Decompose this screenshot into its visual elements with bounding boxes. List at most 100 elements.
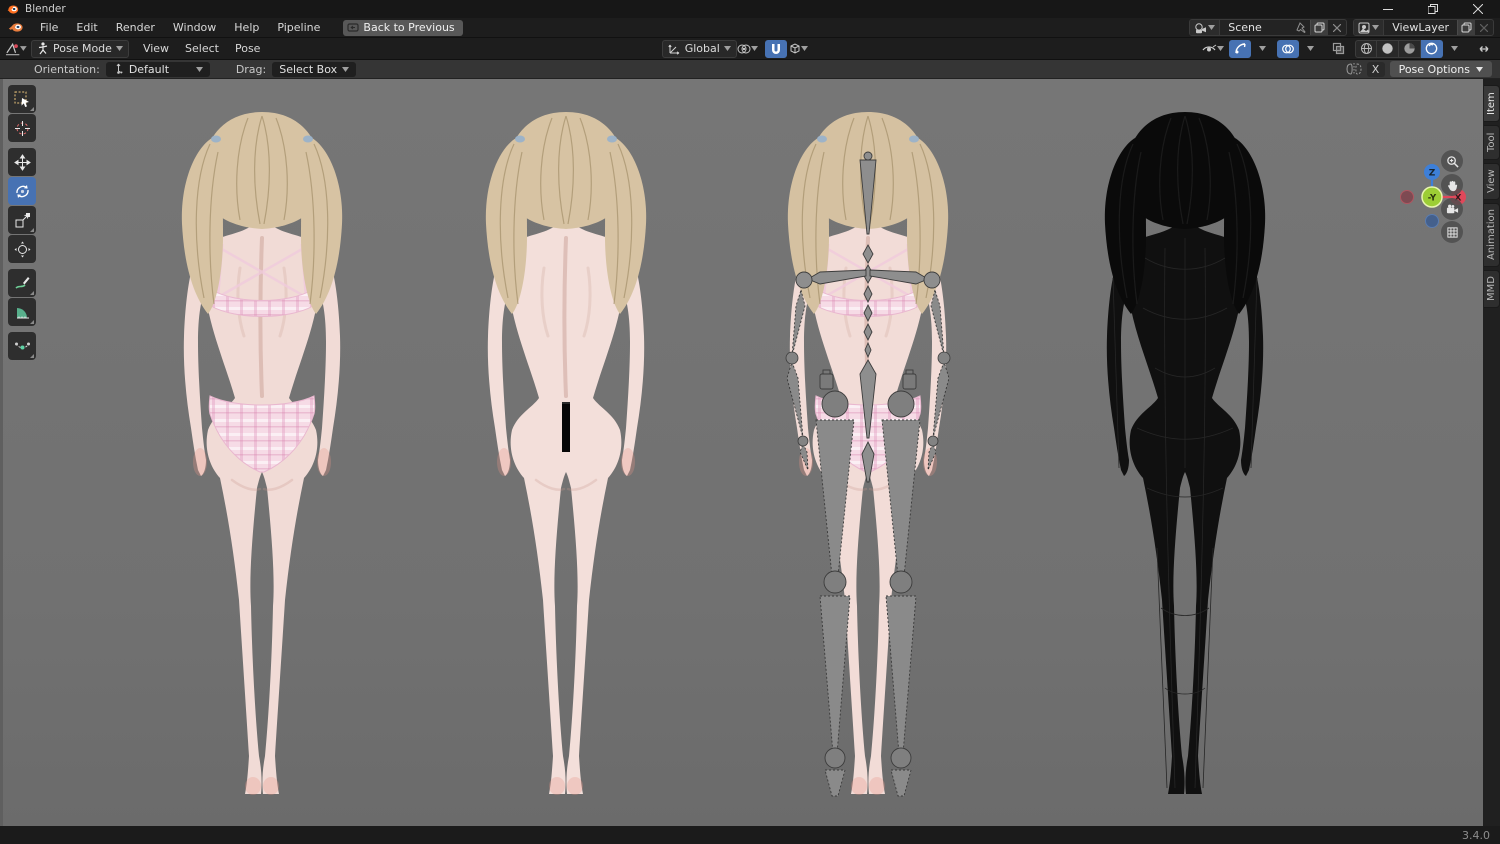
orthographic-toggle-button[interactable] bbox=[1441, 221, 1463, 243]
mode-selector[interactable]: Pose Mode bbox=[31, 39, 129, 58]
menu-pipeline[interactable]: Pipeline bbox=[268, 19, 329, 36]
shading-dropdown[interactable] bbox=[1443, 40, 1465, 58]
viewlayer-icon[interactable] bbox=[1354, 20, 1385, 35]
menu-edit[interactable]: Edit bbox=[67, 19, 106, 36]
gizmo-axis-neg-z[interactable] bbox=[1425, 214, 1439, 228]
mirror-icon bbox=[1346, 63, 1362, 75]
tool-scale[interactable] bbox=[8, 206, 36, 234]
blender-window: Blender File Edit Render Window Help Pip… bbox=[0, 0, 1500, 844]
model-wireframe[interactable] bbox=[1075, 108, 1295, 798]
top-menubar: File Edit Render Window Help Pipeline Ba… bbox=[0, 18, 1500, 38]
scene-name[interactable]: Scene bbox=[1220, 21, 1292, 34]
gizmo-axis-z[interactable]: Z bbox=[1424, 164, 1440, 180]
model-textured-nude[interactable] bbox=[456, 108, 676, 798]
minimize-button[interactable] bbox=[1365, 0, 1410, 18]
navigation-gizmo[interactable]: Z X -Y bbox=[1396, 161, 1472, 231]
menu-select[interactable]: Select bbox=[177, 40, 227, 57]
camera-view-button[interactable] bbox=[1441, 198, 1463, 220]
blender-menu-icon[interactable] bbox=[8, 22, 23, 33]
orientation-label: Orientation: bbox=[34, 62, 100, 76]
tool-transform[interactable] bbox=[8, 235, 36, 263]
pose-options-dropdown[interactable]: Pose Options bbox=[1389, 61, 1492, 77]
scene-icon[interactable] bbox=[1190, 20, 1221, 35]
menu-file[interactable]: File bbox=[31, 19, 67, 36]
model-with-armature[interactable] bbox=[758, 108, 978, 798]
region-divider bbox=[0, 79, 3, 826]
viewlayer-selector[interactable]: ViewLayer bbox=[1353, 19, 1494, 36]
viewlayer-name[interactable]: ViewLayer bbox=[1384, 21, 1457, 34]
svg-text:Z: Z bbox=[1429, 169, 1436, 179]
shading-mode-group bbox=[1355, 39, 1443, 58]
drag-dropdown[interactable]: Select Box bbox=[272, 61, 357, 77]
editor-type-button[interactable] bbox=[5, 40, 27, 58]
blender-logo-icon bbox=[7, 4, 19, 14]
xray-toggle-button[interactable] bbox=[1327, 40, 1349, 58]
orientation-axes-icon bbox=[668, 44, 679, 55]
snap-toggle-button[interactable] bbox=[764, 39, 787, 58]
pin-icon[interactable] bbox=[1292, 20, 1310, 35]
transform-orientation-dropdown[interactable]: Global bbox=[661, 39, 737, 58]
menu-window[interactable]: Window bbox=[164, 19, 225, 36]
shading-wireframe-button[interactable] bbox=[1355, 39, 1377, 58]
shading-material-button[interactable] bbox=[1399, 39, 1421, 58]
tool-rotate[interactable] bbox=[8, 177, 36, 205]
mirror-x-toggle[interactable]: X bbox=[1366, 61, 1385, 77]
status-bar: 3.4.0 bbox=[0, 826, 1500, 844]
viewport-header: Pose Mode View Select Pose Global bbox=[0, 38, 1500, 60]
tab-view[interactable]: View bbox=[1484, 163, 1500, 200]
os-titlebar: Blender bbox=[0, 0, 1500, 18]
gizmo-axis-y[interactable]: -Y bbox=[1421, 186, 1443, 208]
model-textured-underwear[interactable] bbox=[152, 108, 372, 798]
menu-pose[interactable]: Pose bbox=[227, 40, 268, 57]
gizmo-axis-neg-x[interactable] bbox=[1400, 190, 1414, 204]
tool-cursor[interactable] bbox=[8, 114, 36, 142]
tool-settings-bar: Orientation: Default Drag: Select Box X … bbox=[0, 60, 1500, 79]
svg-text:-Y: -Y bbox=[1428, 194, 1437, 204]
menu-help[interactable]: Help bbox=[225, 19, 268, 36]
magnet-icon bbox=[772, 44, 781, 54]
gizmo-dropdown[interactable] bbox=[1251, 40, 1273, 58]
tab-item[interactable]: Item bbox=[1484, 85, 1500, 122]
overlays-dropdown[interactable] bbox=[1299, 40, 1321, 58]
snap-with-dropdown[interactable] bbox=[787, 40, 809, 58]
pose-mode-icon bbox=[38, 42, 48, 55]
orientation-default-icon bbox=[116, 63, 123, 74]
orientation-dropdown[interactable]: Default bbox=[105, 61, 210, 77]
scene-selector[interactable]: Scene bbox=[1189, 19, 1348, 36]
menu-view[interactable]: View bbox=[135, 40, 177, 57]
show-overlays-button[interactable] bbox=[1277, 39, 1299, 58]
unlink-scene-icon[interactable] bbox=[1328, 20, 1346, 35]
tool-move[interactable] bbox=[8, 148, 36, 176]
shading-rendered-button[interactable] bbox=[1421, 39, 1443, 58]
zoom-button[interactable] bbox=[1441, 150, 1463, 172]
back-to-previous-button[interactable]: Back to Previous bbox=[343, 19, 463, 36]
tool-annotate[interactable] bbox=[8, 269, 36, 297]
object-visibility-dropdown[interactable] bbox=[1202, 40, 1224, 58]
show-gizmo-button[interactable] bbox=[1229, 39, 1251, 58]
window-title: Blender bbox=[25, 3, 66, 15]
overlays-icon bbox=[1282, 44, 1294, 53]
new-scene-icon[interactable] bbox=[1310, 20, 1329, 35]
pivot-point-dropdown[interactable] bbox=[737, 40, 759, 58]
pan-button[interactable] bbox=[1441, 174, 1463, 196]
snap-cube-icon bbox=[790, 43, 800, 54]
tab-mmd[interactable]: MMD bbox=[1484, 270, 1500, 308]
armature-overlay[interactable] bbox=[758, 108, 978, 798]
shading-solid-button[interactable] bbox=[1377, 39, 1399, 58]
tab-tool[interactable]: Tool bbox=[1484, 125, 1500, 160]
tool-tweak-select[interactable] bbox=[8, 85, 36, 113]
censor-bar bbox=[562, 402, 570, 452]
header-overflow-icon[interactable] bbox=[1473, 40, 1495, 58]
new-viewlayer-icon[interactable] bbox=[1457, 20, 1475, 35]
version-label: 3.4.0 bbox=[1462, 828, 1490, 842]
tool-pose-breakdowner[interactable] bbox=[8, 332, 36, 360]
tool-measure[interactable] bbox=[8, 298, 36, 326]
close-button[interactable] bbox=[1455, 0, 1500, 18]
menu-render[interactable]: Render bbox=[107, 19, 164, 36]
3d-viewport[interactable]: Z X -Y Item Tool View Animation MMD bbox=[0, 79, 1500, 826]
tab-animation[interactable]: Animation bbox=[1484, 203, 1500, 267]
sidebar-tabstrip: Item Tool View Animation MMD bbox=[1483, 79, 1500, 826]
maximize-button[interactable] bbox=[1410, 0, 1455, 18]
xray-icon bbox=[1332, 42, 1344, 55]
remove-viewlayer-icon[interactable] bbox=[1475, 20, 1493, 35]
